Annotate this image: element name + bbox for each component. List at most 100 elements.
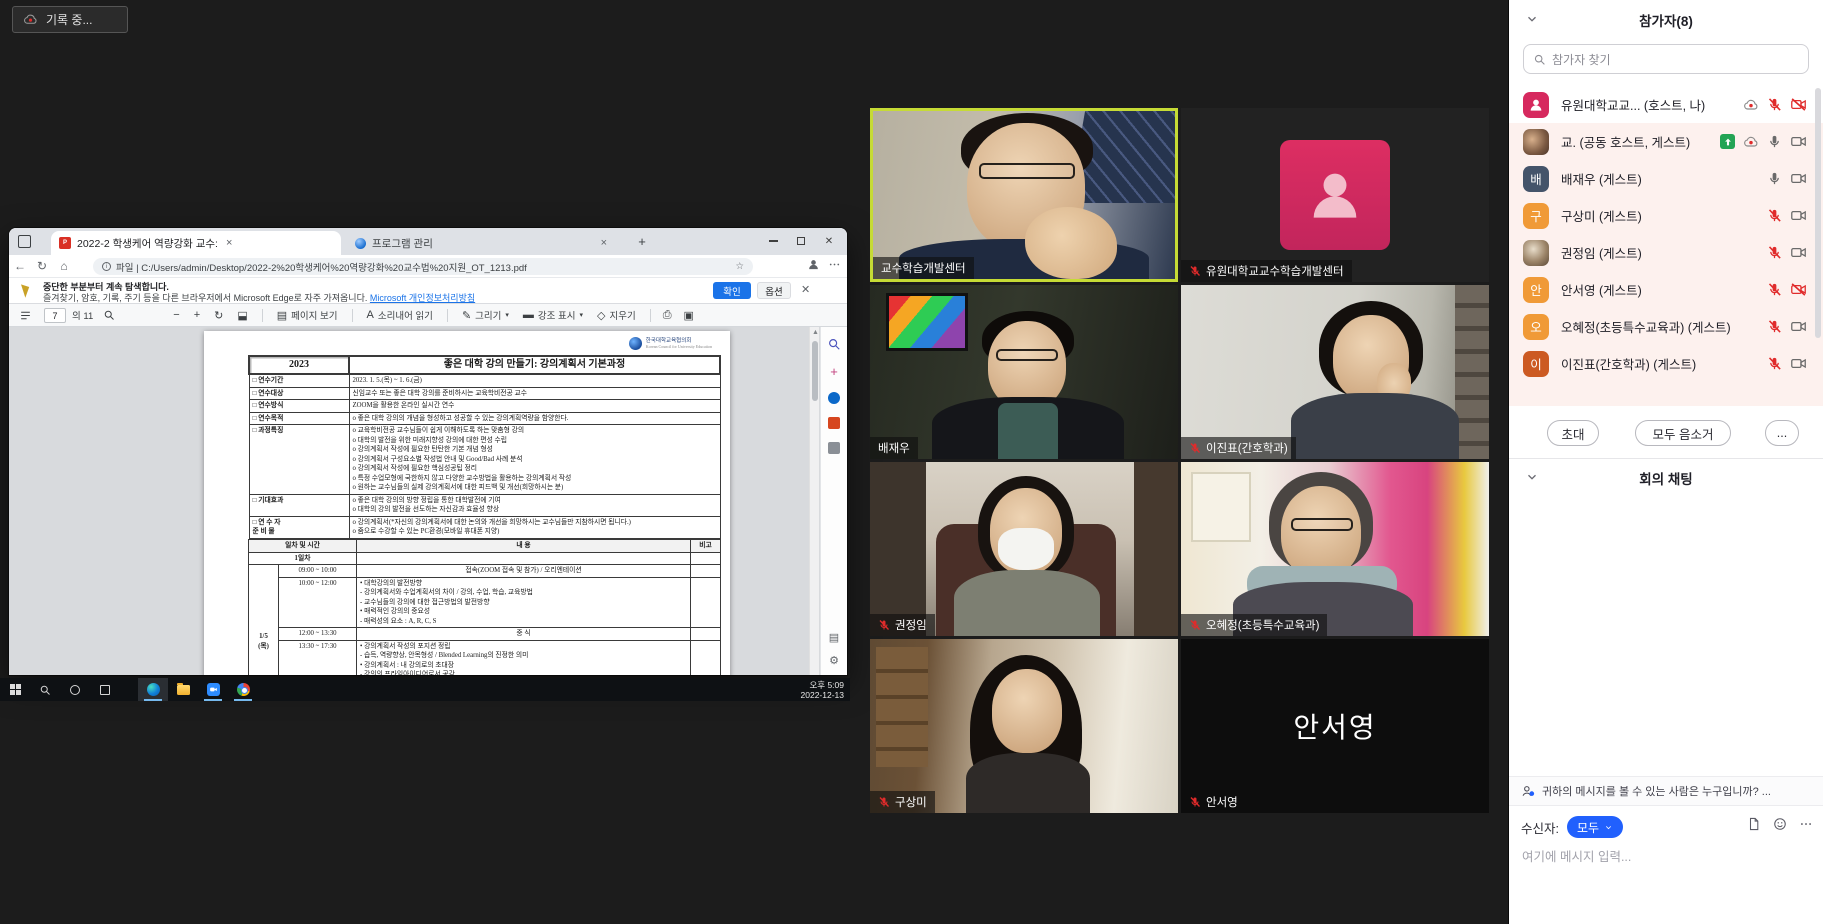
video-tile-lee-jinpyo[interactable]: 이진표(간호학과) — [1181, 285, 1489, 459]
taskbar-explorer-app[interactable] — [168, 678, 198, 701]
erase-button[interactable]: ◇ 지우기 — [597, 308, 636, 322]
zoom-out-icon[interactable]: − — [173, 309, 179, 321]
muted-mic-icon[interactable] — [1767, 97, 1782, 112]
muted-mic-icon[interactable] — [1767, 282, 1782, 297]
page-number-input[interactable]: 7 — [44, 308, 66, 323]
chat-message-input[interactable]: 여기에 메시지 입력... — [1522, 846, 1631, 865]
tab-close-icon[interactable]: × — [599, 237, 609, 249]
participant-row[interactable]: 배 배재우 (게스트) — [1509, 160, 1823, 197]
window-close-button[interactable]: ✕ — [815, 231, 843, 251]
muted-mic-icon[interactable] — [1767, 319, 1782, 334]
panel-scrollbar-thumb[interactable] — [1815, 88, 1821, 338]
home-icon[interactable]: ⌂ — [53, 259, 75, 273]
chat-more-icon[interactable] — [1799, 817, 1813, 831]
camera-icon[interactable] — [1790, 244, 1807, 261]
sidebar-tools-icon[interactable] — [828, 442, 840, 454]
tab-close-icon[interactable]: × — [224, 237, 234, 249]
url-field[interactable]: i 파일 | C:/Users/admin/Desktop/2022-2%20학… — [93, 258, 753, 275]
mute-all-button[interactable]: 모두 음소거 — [1635, 420, 1731, 446]
sidebar-search-icon[interactable] — [827, 337, 841, 351]
muted-mic-icon[interactable] — [1767, 356, 1782, 371]
taskbar-zoom-app[interactable] — [198, 678, 228, 701]
camera-icon[interactable] — [1790, 207, 1807, 224]
zoom-in-icon[interactable]: + — [194, 309, 200, 321]
attach-file-icon[interactable] — [1747, 817, 1761, 831]
participant-row[interactable]: 이 이진표(간호학과) (게스트) — [1509, 345, 1823, 382]
recipient-selector[interactable]: 모두 — [1567, 816, 1623, 838]
pdf-search-icon[interactable] — [103, 309, 115, 321]
participant-row[interactable]: 오 오혜정(초등특수교육과) (게스트) — [1509, 308, 1823, 345]
chat-privacy-notice[interactable]: 귀하의 메시지를 볼 수 있는 사람은 누구입니까? ... — [1509, 776, 1823, 806]
mic-icon[interactable] — [1767, 134, 1782, 149]
toc-icon[interactable] — [19, 309, 32, 322]
fit-width-icon[interactable]: ⬓ — [237, 309, 247, 322]
video-off-icon[interactable] — [1790, 281, 1807, 298]
taskbar-search-button[interactable] — [30, 678, 60, 701]
tab-pdf[interactable]: P 2022-2 학생케어 역량강화 교수: × — [51, 231, 341, 255]
draw-button[interactable]: ✎ 그리기 ▾ — [462, 308, 509, 322]
highlight-button[interactable]: ▬ 강조 표시 ▾ — [523, 308, 583, 322]
confirm-button[interactable]: 확인 — [713, 282, 751, 299]
emoji-icon[interactable] — [1773, 817, 1787, 831]
browser-menu-icon[interactable] — [828, 258, 841, 271]
invite-button[interactable]: 초대 — [1547, 420, 1599, 446]
tab-program[interactable]: 프로그램 관리 × — [347, 231, 617, 255]
participant-row[interactable]: 구 구상미 (게스트) — [1509, 197, 1823, 234]
tab-actions-icon[interactable] — [18, 235, 31, 248]
camera-icon[interactable] — [1790, 133, 1807, 150]
new-tab-button[interactable]: + — [634, 234, 650, 250]
pdf-viewer[interactable]: 한국대학교육협의회 Korean Council for University … — [9, 327, 847, 675]
muted-mic-icon[interactable] — [1767, 208, 1782, 223]
start-button[interactable] — [0, 678, 30, 701]
muted-mic-icon[interactable] — [1767, 245, 1782, 260]
reload-icon[interactable]: ↻ — [31, 259, 53, 273]
scroll-up-icon[interactable]: ▲ — [812, 329, 819, 336]
privacy-policy-link[interactable]: Microsoft 개인정보처리방침 — [370, 293, 475, 303]
video-tile-kwon-jeongim[interactable]: 권정임 — [870, 462, 1178, 636]
window-maximize-button[interactable] — [787, 231, 815, 251]
participant-row[interactable]: 교. (공동 호스트, 게스트) — [1509, 123, 1823, 160]
favorite-star-icon[interactable]: ☆ — [735, 261, 744, 272]
video-tile-gyosu-center[interactable]: 교수학습개발센터 — [870, 108, 1178, 282]
video-tile-oh-hyejeong[interactable]: 오혜정(초등특수교육과) — [1181, 462, 1489, 636]
screen-share-badge — [1720, 134, 1735, 149]
notification-close-icon[interactable]: ✕ — [801, 283, 810, 296]
camera-icon[interactable] — [1790, 170, 1807, 187]
options-button[interactable]: 옵션 — [757, 282, 791, 299]
page-info-icon[interactable]: i — [102, 262, 111, 271]
sidebar-office-icon[interactable] — [828, 417, 840, 429]
taskbar-clock[interactable]: 오후 5:09 2022-12-13 — [801, 680, 844, 700]
more-options-button[interactable]: ... — [1765, 420, 1799, 446]
read-aloud-button[interactable]: A 소리내어 읽기 — [367, 308, 433, 322]
page-view-button[interactable]: ▤ 페이지 보기 — [277, 308, 338, 322]
rotate-icon[interactable]: ↻ — [214, 309, 223, 322]
sidebar-bing-icon[interactable] — [828, 392, 840, 404]
sidebar-add-icon[interactable]: + — [830, 364, 838, 379]
sidebar-panel-icon[interactable]: ▤ — [829, 631, 839, 644]
back-icon[interactable]: ← — [9, 259, 31, 273]
task-view-button[interactable] — [90, 678, 120, 701]
participant-row[interactable]: 유원대학교교... (호스트, 나) — [1509, 86, 1823, 123]
print-icon[interactable]: ⎙ — [663, 309, 672, 322]
video-tile-bae-jaewoo[interactable]: 배재우 — [870, 285, 1178, 459]
taskbar-browser-app[interactable] — [228, 678, 258, 701]
cortana-button[interactable] — [60, 678, 90, 701]
recording-indicator[interactable]: 기록 중... — [12, 6, 128, 33]
sidebar-settings-gear-icon[interactable]: ⚙ — [829, 654, 839, 667]
participant-row[interactable]: 권정임 (게스트) — [1509, 234, 1823, 271]
video-tile-koo-sangmi[interactable]: 구상미 — [870, 639, 1178, 813]
pdf-scrollbar[interactable]: ▲ — [809, 327, 819, 675]
video-off-icon[interactable] — [1790, 96, 1807, 113]
save-icon[interactable]: ▣ — [684, 309, 694, 322]
participant-search-input[interactable]: 참가자 찾기 — [1523, 44, 1809, 74]
window-minimize-button[interactable] — [759, 231, 787, 251]
video-tile-ahn-seoyoung[interactable]: 안서영 안서영 — [1181, 639, 1489, 813]
camera-icon[interactable] — [1790, 318, 1807, 335]
taskbar-edge-app[interactable] — [138, 678, 168, 701]
mic-icon[interactable] — [1767, 171, 1782, 186]
pdf-scrollbar-thumb[interactable] — [812, 341, 818, 401]
profile-icon[interactable] — [807, 258, 820, 271]
video-tile-uwon-univ[interactable]: 유원대학교교수학습개발센터 — [1181, 108, 1489, 282]
camera-icon[interactable] — [1790, 355, 1807, 372]
participant-row[interactable]: 안 안서영 (게스트) — [1509, 271, 1823, 308]
